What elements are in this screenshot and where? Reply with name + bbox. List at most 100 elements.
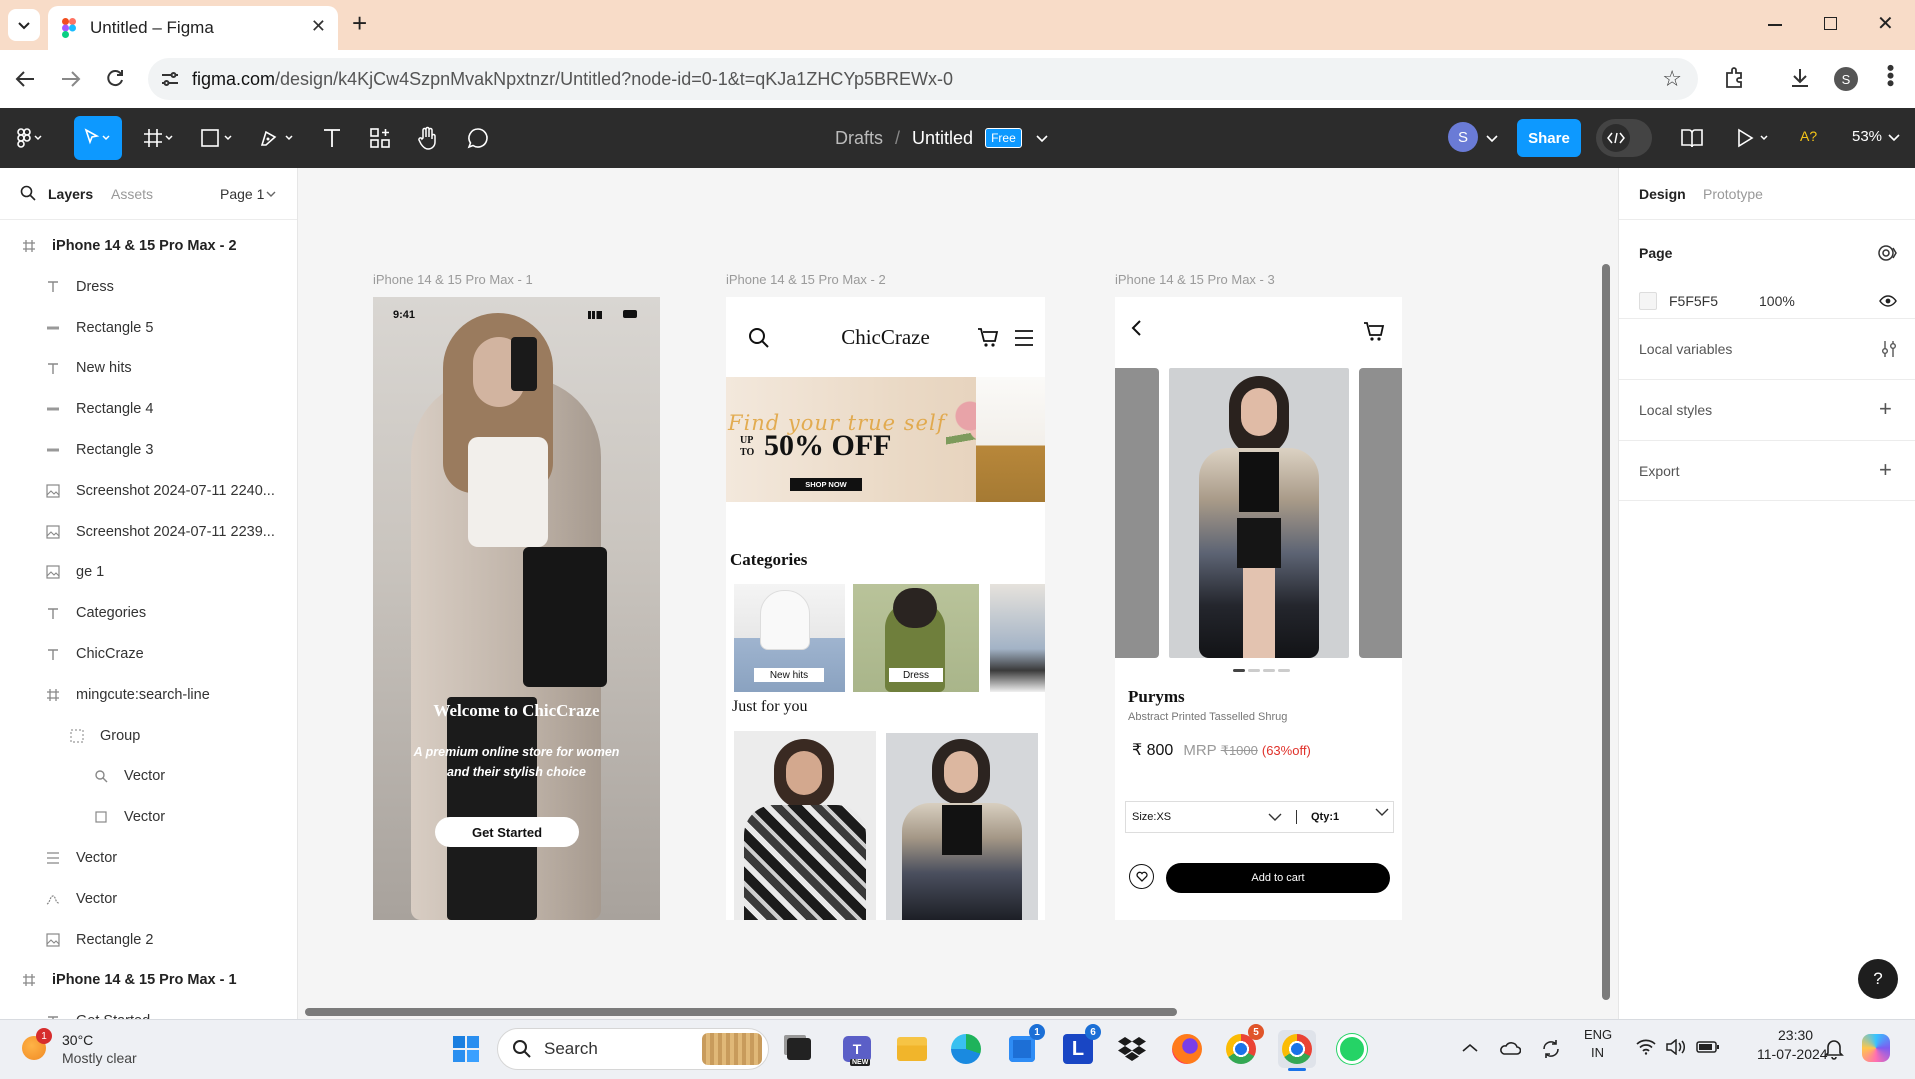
size-dropdown[interactable]: Size:XS: [1126, 811, 1296, 823]
add-style-icon[interactable]: +: [1879, 396, 1892, 422]
frame3-label[interactable]: iPhone 14 & 15 Pro Max - 3: [1115, 272, 1275, 287]
notification-bell-icon[interactable]: [1824, 1038, 1844, 1060]
bookmark-star-icon[interactable]: ☆: [1662, 66, 1682, 92]
move-tool-button[interactable]: [74, 116, 122, 160]
forward-icon[interactable]: [60, 69, 82, 89]
show-hidden-icons-chevron-icon[interactable]: [1462, 1043, 1478, 1053]
sync-icon[interactable]: [1540, 1038, 1562, 1060]
tab-prototype[interactable]: Prototype: [1703, 186, 1763, 202]
clock-date[interactable]: 11-07-2024: [1757, 1046, 1828, 1062]
copilot-icon[interactable]: [1862, 1034, 1890, 1062]
close-tab-icon[interactable]: ✕: [311, 16, 326, 37]
breadcrumb-drafts[interactable]: Drafts: [835, 128, 883, 149]
hamburger-menu-icon[interactable]: [1014, 329, 1034, 347]
teams-app[interactable]: T NEW: [838, 1030, 876, 1068]
layer-row[interactable]: Vector: [0, 879, 297, 919]
variables-sliders-icon[interactable]: [1881, 340, 1897, 358]
new-tab-button[interactable]: +: [352, 10, 367, 36]
cart-icon[interactable]: [977, 327, 999, 349]
close-window-button[interactable]: ✕: [1877, 11, 1894, 36]
frame2-home-screen[interactable]: ChicCraze Find your true self UP TO 50% …: [726, 297, 1045, 920]
file-explorer-app[interactable]: [893, 1030, 931, 1068]
restore-button[interactable]: [1824, 17, 1837, 30]
missing-fonts-indicator[interactable]: A?: [1800, 128, 1817, 144]
help-button[interactable]: ?: [1858, 959, 1898, 999]
layer-row[interactable]: New hits: [0, 348, 297, 388]
file-menu-chevron-icon[interactable]: [1036, 133, 1048, 143]
edge-app[interactable]: [947, 1030, 985, 1068]
layer-row[interactable]: ChicCraze: [0, 634, 297, 674]
page-color-swatch[interactable]: [1639, 292, 1657, 310]
layer-row[interactable]: Dress: [0, 267, 297, 307]
browser-menu-icon[interactable]: •••: [1878, 64, 1903, 87]
wishlist-button[interactable]: [1129, 864, 1154, 889]
browser-tab[interactable]: Untitled – Figma ✕: [48, 6, 338, 50]
layer-row[interactable]: Rectangle 5: [0, 308, 297, 348]
input-language-line2[interactable]: IN: [1591, 1045, 1604, 1060]
category-card-partial[interactable]: [990, 584, 1045, 692]
frame1-welcome-screen[interactable]: 9:41 Welcome to ChicCraze A premium onli…: [373, 297, 660, 920]
site-info-icon[interactable]: [160, 70, 180, 88]
text-tool-button[interactable]: [314, 108, 350, 168]
promo-banner[interactable]: Find your true self UP TO 50% OFF SHOP N…: [726, 377, 1045, 502]
dev-mode-toggle[interactable]: [1596, 119, 1652, 157]
minimize-button[interactable]: [1768, 24, 1782, 26]
input-language-line1[interactable]: ENG: [1584, 1027, 1612, 1042]
layer-row[interactable]: Categories: [0, 593, 297, 633]
visibility-eye-icon[interactable]: [1879, 295, 1897, 307]
whatsapp-app[interactable]: [1333, 1030, 1371, 1068]
extensions-icon[interactable]: [1723, 67, 1745, 89]
frame2-label[interactable]: iPhone 14 & 15 Pro Max - 2: [726, 272, 886, 287]
shop-now-button[interactable]: SHOP NOW: [790, 478, 862, 491]
layer-row[interactable]: iPhone 14 & 15 Pro Max - 2: [0, 226, 297, 266]
product-cart-icon[interactable]: [1363, 321, 1385, 343]
layer-row[interactable]: Screenshot 2024-07-11 2240...: [0, 471, 297, 511]
category-card-dress[interactable]: Dress: [853, 584, 979, 692]
layer-row[interactable]: Rectangle 3: [0, 430, 297, 470]
dot-active[interactable]: [1233, 669, 1245, 672]
profile-avatar[interactable]: S: [1834, 67, 1858, 91]
styles-icon[interactable]: [1877, 244, 1897, 262]
layer-row[interactable]: mingcute:search-line: [0, 675, 297, 715]
product-card-2[interactable]: [886, 733, 1038, 920]
start-button[interactable]: [447, 1030, 485, 1068]
multiplayer-avatar[interactable]: S: [1448, 122, 1478, 152]
comment-tool-button[interactable]: [460, 108, 496, 168]
dot[interactable]: [1263, 669, 1275, 672]
search-layers-icon[interactable]: [20, 185, 36, 201]
tab-layers[interactable]: Layers: [48, 186, 93, 202]
frame3-product-screen[interactable]: Puryms Abstract Printed Tasselled Shrug …: [1115, 297, 1402, 920]
carousel-main-image[interactable]: [1169, 368, 1349, 658]
avatar-chevron-icon[interactable]: [1486, 133, 1498, 143]
l-app[interactable]: L 6: [1059, 1024, 1101, 1068]
page-selector[interactable]: Page 1: [220, 186, 264, 202]
layer-row[interactable]: iPhone 14 & 15 Pro Max - 1: [0, 960, 297, 1000]
frame1-label[interactable]: iPhone 14 & 15 Pro Max - 1: [373, 272, 533, 287]
chrome-profile-app-active[interactable]: [1278, 1030, 1316, 1071]
reload-icon[interactable]: [105, 68, 125, 88]
store-app[interactable]: 1: [1003, 1024, 1045, 1068]
get-started-button[interactable]: Get Started: [435, 817, 579, 847]
volume-icon[interactable]: [1665, 1039, 1687, 1055]
tab-search-button[interactable]: [8, 9, 40, 41]
tab-assets[interactable]: Assets: [111, 186, 153, 202]
back-arrow-icon[interactable]: [1129, 319, 1143, 337]
horizontal-scrollbar[interactable]: [305, 1008, 1177, 1016]
shape-tool-button[interactable]: [194, 108, 240, 168]
product-card-1[interactable]: [734, 731, 876, 920]
taskbar-search-box[interactable]: Search: [497, 1028, 769, 1070]
page-opacity-value[interactable]: 100%: [1759, 293, 1795, 309]
dot[interactable]: [1248, 669, 1260, 672]
page-color-value[interactable]: F5F5F5: [1669, 293, 1718, 309]
download-icon[interactable]: [1789, 67, 1811, 89]
qty-dropdown[interactable]: Qty:1: [1311, 808, 1391, 823]
resources-tool-button[interactable]: [362, 108, 398, 168]
tab-design[interactable]: Design: [1639, 186, 1686, 202]
wifi-icon[interactable]: [1636, 1039, 1656, 1055]
file-name[interactable]: Untitled: [912, 128, 973, 149]
pen-tool-button[interactable]: [254, 108, 300, 168]
layer-row[interactable]: Group: [0, 716, 297, 756]
layer-row[interactable]: Rectangle 2: [0, 920, 297, 960]
layer-row[interactable]: Screenshot 2024-07-11 2239...: [0, 512, 297, 552]
chrome-app[interactable]: 5: [1222, 1024, 1264, 1068]
